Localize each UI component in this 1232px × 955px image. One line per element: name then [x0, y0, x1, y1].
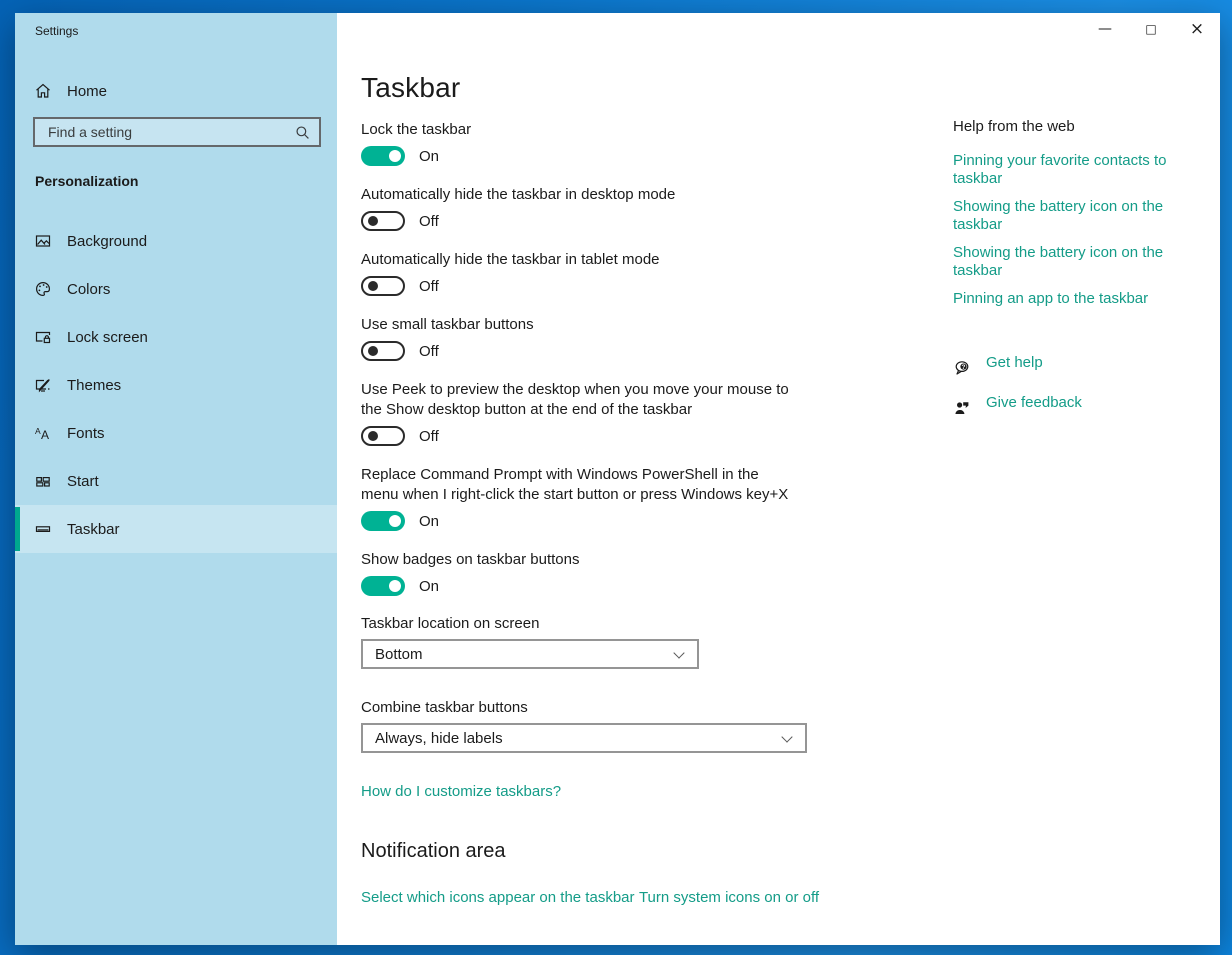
selected-value: Always, hide labels: [375, 730, 503, 747]
toggle-knob: [389, 580, 401, 592]
sidebar: Settings Home Personalization: [15, 13, 337, 945]
maximize-button[interactable]: □: [1128, 13, 1174, 44]
home-icon: [35, 83, 51, 99]
toggle-state: Off: [419, 278, 439, 295]
toggle-autohide-desktop[interactable]: [361, 211, 405, 231]
toggle-lock-taskbar[interactable]: [361, 146, 405, 166]
sidebar-item-background[interactable]: Background: [15, 217, 337, 265]
dropdown-label-combine-buttons: Combine taskbar buttons: [361, 699, 1220, 716]
customize-taskbars-link[interactable]: How do I customize taskbars?: [361, 783, 561, 800]
toggle-state: On: [419, 513, 439, 530]
toggle-knob: [368, 281, 378, 291]
svg-text:A: A: [41, 428, 49, 441]
combine-buttons-select[interactable]: Always, hide labels: [361, 723, 807, 753]
toggle-knob: [368, 216, 378, 226]
get-help-link[interactable]: Get help: [986, 354, 1043, 372]
search-box: [33, 117, 321, 147]
settings-window: Settings Home Personalization: [15, 13, 1220, 945]
desktop: { "titlebar": { "app_title": "Settings",…: [0, 0, 1232, 955]
taskbar-icon: [35, 521, 51, 537]
sidebar-item-label: Fonts: [67, 425, 105, 442]
toggle-state: Off: [419, 428, 439, 445]
sidebar-item-label: Colors: [67, 281, 110, 298]
help-heading: Help from the web: [953, 118, 1173, 135]
setting-label-peek: Use Peek to preview the desktop when you…: [361, 380, 793, 420]
toggle-knob: [389, 150, 401, 162]
sidebar-item-home[interactable]: Home: [35, 71, 119, 111]
toggle-state: Off: [419, 213, 439, 230]
get-help-icon: ?: [954, 360, 970, 376]
themes-icon: [35, 377, 51, 393]
notification-area-heading: Notification area: [361, 840, 1220, 863]
dropdown-label-taskbar-location: Taskbar location on screen: [361, 615, 1220, 632]
start-tiles-icon: [35, 473, 51, 489]
help-link-pinning-app[interactable]: Pinning an app to the taskbar: [953, 290, 1173, 308]
search-input[interactable]: [35, 119, 295, 145]
fonts-icon: A A: [35, 425, 51, 441]
sidebar-nav: Background Colors Lock screen: [15, 217, 337, 553]
sidebar-item-label: Taskbar: [67, 521, 120, 538]
toggle-knob: [368, 346, 378, 356]
chevron-down-icon: [675, 647, 685, 657]
svg-text:?: ?: [962, 364, 966, 371]
sidebar-item-fonts[interactable]: A A Fonts: [15, 409, 337, 457]
sidebar-section-header: Personalization: [35, 173, 138, 189]
help-link-pinning-contacts[interactable]: Pinning your favorite contacts to taskba…: [953, 152, 1173, 188]
give-feedback-icon: [954, 400, 970, 416]
chevron-down-icon: [783, 731, 793, 741]
give-feedback-link[interactable]: Give feedback: [986, 394, 1082, 412]
toggle-state: On: [419, 578, 439, 595]
toggle-autohide-tablet[interactable]: [361, 276, 405, 296]
app-title: Settings: [35, 24, 78, 38]
setting-label-badges: Show badges on taskbar buttons: [361, 550, 793, 570]
taskbar-location-select[interactable]: Bottom: [361, 639, 699, 669]
give-feedback-row[interactable]: Give feedback: [953, 394, 1173, 422]
toggle-peek[interactable]: [361, 426, 405, 446]
toggle-state: On: [419, 148, 439, 165]
main-content: Taskbar Lock the taskbar On Automaticall…: [337, 13, 1220, 945]
toggle-knob: [368, 431, 378, 441]
toggle-state: Off: [419, 343, 439, 360]
palette-icon: [35, 281, 51, 297]
help-actions: ? Get help Give feedback: [953, 354, 1173, 422]
select-icons-link[interactable]: Select which icons appear on the taskbar: [361, 889, 635, 906]
sidebar-item-label: Start: [67, 473, 99, 490]
close-button[interactable]: ×: [1174, 13, 1220, 44]
lock-screen-icon: [35, 329, 51, 345]
sidebar-item-label: Lock screen: [67, 329, 148, 346]
background-image-icon: [35, 233, 51, 249]
setting-label-autohide-desktop: Automatically hide the taskbar in deskto…: [361, 185, 793, 205]
help-link-battery-icon-1[interactable]: Showing the battery icon on the taskbar: [953, 198, 1173, 234]
sidebar-item-colors[interactable]: Colors: [15, 265, 337, 313]
sidebar-item-taskbar[interactable]: Taskbar: [15, 505, 337, 553]
sidebar-item-themes[interactable]: Themes: [15, 361, 337, 409]
toggle-powershell[interactable]: [361, 511, 405, 531]
setting-label-lock-taskbar: Lock the taskbar: [361, 120, 793, 140]
get-help-row[interactable]: ? Get help: [953, 354, 1173, 382]
sidebar-item-start[interactable]: Start: [15, 457, 337, 505]
help-link-battery-icon-2[interactable]: Showing the battery icon on the taskbar: [953, 244, 1173, 280]
help-panel: Help from the web Pinning your favorite …: [953, 118, 1173, 434]
toggle-badges[interactable]: [361, 576, 405, 596]
selected-value: Bottom: [375, 646, 423, 663]
minimize-button[interactable]: —: [1082, 13, 1128, 44]
setting-label-powershell: Replace Command Prompt with Windows Powe…: [361, 465, 793, 505]
home-label: Home: [67, 83, 107, 100]
toggle-knob: [389, 515, 401, 527]
page-title: Taskbar: [361, 72, 1220, 104]
toggle-small-buttons[interactable]: [361, 341, 405, 361]
sidebar-item-label: Background: [67, 233, 147, 250]
sidebar-item-label: Themes: [67, 377, 121, 394]
search-icon[interactable]: [295, 125, 310, 140]
setting-label-autohide-tablet: Automatically hide the taskbar in tablet…: [361, 250, 793, 270]
window-controls: — □ ×: [1082, 13, 1220, 44]
setting-label-small-buttons: Use small taskbar buttons: [361, 315, 793, 335]
system-icons-link[interactable]: Turn system icons on or off: [639, 889, 819, 906]
sidebar-item-lock-screen[interactable]: Lock screen: [15, 313, 337, 361]
